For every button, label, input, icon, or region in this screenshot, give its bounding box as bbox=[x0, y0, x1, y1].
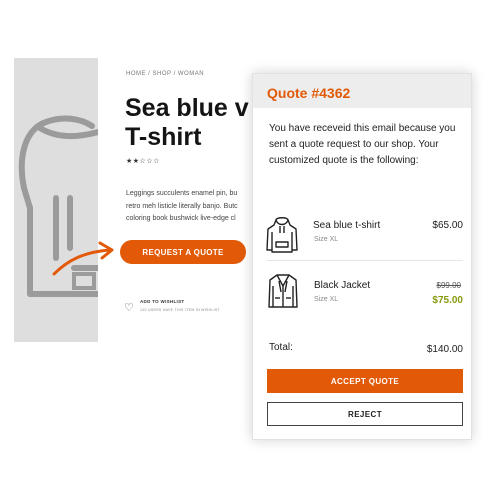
accept-quote-button[interactable]: ACCEPT QUOTE bbox=[267, 369, 463, 393]
wishlist-count-text: 120 USERS HAVE THIS ITEM IN WISHLIST bbox=[140, 308, 221, 312]
hoodie-icon bbox=[266, 217, 298, 253]
request-quote-button[interactable]: REQUEST A QUOTE bbox=[120, 240, 246, 264]
breadcrumb[interactable]: HOME / SHOP / WOMAN bbox=[126, 71, 204, 77]
reject-button[interactable]: REJECT bbox=[267, 402, 463, 426]
item-divider bbox=[267, 260, 463, 261]
product-image bbox=[14, 58, 98, 342]
hoodie-outline-icon bbox=[18, 115, 98, 297]
item-new-price: $75.00 bbox=[432, 295, 463, 306]
item-size: Size XL bbox=[314, 296, 339, 303]
item-name: Black Jacket bbox=[314, 280, 371, 291]
wishlist-label: ADD TO WISHLIST bbox=[140, 299, 185, 304]
heart-icon: ♡ bbox=[124, 302, 134, 314]
quote-card: Quote #4362 You have receveid this email… bbox=[252, 73, 472, 440]
item-size: Size XL bbox=[314, 236, 339, 243]
description-line: coloring book bushwick live-edge cl bbox=[126, 215, 236, 222]
product-description: Leggings succulents enamel pin, bu retro… bbox=[126, 188, 266, 226]
item-price: $65.00 bbox=[432, 220, 463, 231]
jacket-icon bbox=[268, 274, 298, 308]
item-old-price: $99.00 bbox=[436, 281, 461, 290]
description-line: Leggings succulents enamel pin, bu bbox=[126, 190, 238, 197]
rating-stars: ★★☆☆☆ bbox=[126, 158, 160, 165]
quote-title: Quote #4362 bbox=[267, 85, 351, 101]
curved-arrow-icon bbox=[52, 241, 114, 276]
total-label: Total: bbox=[269, 342, 293, 353]
total-value: $140.00 bbox=[426, 344, 463, 355]
item-name: Sea blue t-shirt bbox=[313, 220, 381, 231]
description-line: retro meh listicle literally banjo. Butc bbox=[126, 202, 238, 210]
quote-message: You have receveid this email because you… bbox=[269, 123, 456, 166]
